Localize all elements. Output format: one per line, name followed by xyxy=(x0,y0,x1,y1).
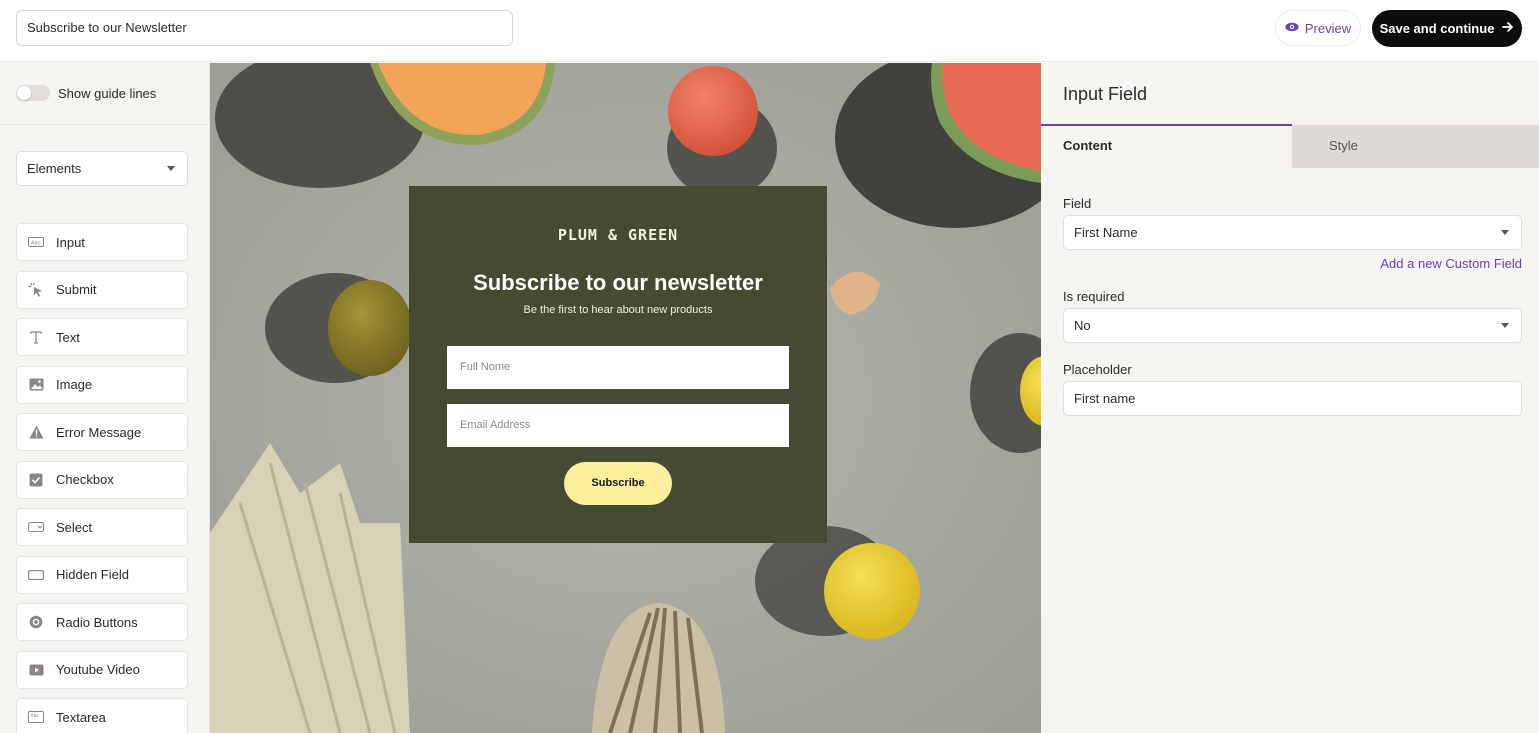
element-radio-buttons[interactable]: Radio Buttons xyxy=(16,603,188,641)
subscribe-button[interactable]: Subscribe xyxy=(564,462,672,505)
sidebar-divider xyxy=(0,124,209,125)
element-error-message[interactable]: Error Message xyxy=(16,413,188,451)
add-custom-field-link[interactable]: Add a new Custom Field xyxy=(1380,256,1522,271)
element-label: Input xyxy=(56,234,85,250)
element-image[interactable]: Image xyxy=(16,365,188,404)
full-name-input[interactable]: Full Nome xyxy=(447,346,789,389)
brand-logo: PLUM & GREEN xyxy=(557,226,679,244)
radio-icon xyxy=(28,614,44,630)
guide-lines-toggle[interactable] xyxy=(16,85,50,101)
field-select[interactable]: First Name xyxy=(1063,215,1522,250)
text-icon xyxy=(28,329,44,345)
element-label: Text xyxy=(56,329,80,345)
elements-list: Abc Input Submit Text Image Error Messag… xyxy=(16,223,188,733)
chevron-down-icon xyxy=(167,166,175,171)
input-icon: Abc xyxy=(28,234,44,250)
elements-dropdown-value: Elements xyxy=(27,161,82,176)
element-label: Hidden Field xyxy=(56,567,129,582)
placeholder-input[interactable]: First name xyxy=(1063,381,1522,416)
preview-button[interactable]: Preview xyxy=(1275,10,1361,46)
save-and-continue-button[interactable]: Save and continue xyxy=(1372,10,1522,47)
element-youtube-video[interactable]: Youtube Video xyxy=(16,650,188,689)
save-label: Save and continue xyxy=(1379,21,1495,36)
image-icon xyxy=(28,377,44,393)
elements-dropdown[interactable]: Elements xyxy=(16,151,188,186)
form-name-input[interactable]: Subscribe to our Newsletter xyxy=(16,10,513,46)
svg-text:Abc: Abc xyxy=(31,713,40,719)
required-label: Is required xyxy=(1063,289,1125,304)
element-text[interactable]: Text xyxy=(16,318,188,356)
element-hidden-field[interactable]: Hidden Field xyxy=(16,555,188,594)
element-label: Error Message xyxy=(56,424,142,440)
element-select[interactable]: Select xyxy=(16,508,188,546)
element-label: Textarea xyxy=(56,709,106,725)
properties-panel: Input Field Content Style Field First Na… xyxy=(1041,63,1539,733)
select-icon xyxy=(28,519,44,535)
guide-lines-row: Show guide lines xyxy=(16,85,156,101)
field-select-value: First Name xyxy=(1074,225,1138,240)
element-input[interactable]: Abc Input xyxy=(16,223,188,261)
textarea-icon: Abc xyxy=(28,709,44,725)
panel-title: Input Field xyxy=(1063,84,1148,104)
element-label: Image xyxy=(56,377,93,392)
checkbox-icon xyxy=(28,472,44,488)
element-textarea[interactable]: Abc Textarea xyxy=(16,698,188,733)
preview-label: Preview xyxy=(1304,20,1352,36)
email-input[interactable]: Email Address xyxy=(447,404,789,447)
chevron-down-icon xyxy=(1501,323,1509,328)
element-label: Submit xyxy=(56,282,97,297)
svg-text:Abc: Abc xyxy=(31,241,41,247)
element-label: Checkbox xyxy=(56,472,114,487)
arrow-right-icon xyxy=(1502,21,1514,36)
placeholder-label: Placeholder xyxy=(1063,362,1132,377)
tab-style[interactable]: Style xyxy=(1292,125,1539,168)
element-label: Youtube Video xyxy=(56,662,140,677)
hidden-field-icon xyxy=(28,567,44,583)
cursor-click-icon xyxy=(28,281,44,298)
field-label: Field xyxy=(1063,196,1092,211)
eye-icon xyxy=(1285,20,1299,37)
required-select-value: No xyxy=(1074,318,1091,333)
guide-lines-label: Show guide lines xyxy=(58,85,157,101)
form-subheading[interactable]: Be the first to hear about new products xyxy=(409,304,827,316)
video-icon xyxy=(28,662,44,678)
warning-icon xyxy=(28,424,44,440)
chevron-down-icon xyxy=(1501,230,1509,235)
element-label: Select xyxy=(56,519,93,535)
required-select[interactable]: No xyxy=(1063,308,1522,343)
element-submit[interactable]: Submit xyxy=(16,270,188,309)
element-checkbox[interactable]: Checkbox xyxy=(16,460,188,499)
top-bar: Subscribe to our Newsletter Preview Save… xyxy=(0,0,1539,62)
newsletter-form-card[interactable]: PLUM & GREEN Subscribe to our newsletter… xyxy=(409,186,827,543)
element-label: Radio Buttons xyxy=(56,614,138,630)
elements-sidebar: Show guide lines Elements Abc Input Subm… xyxy=(0,63,210,733)
tab-content[interactable]: Content xyxy=(1041,124,1292,168)
form-heading[interactable]: Subscribe to our newsletter xyxy=(409,270,827,296)
form-canvas[interactable]: PLUM & GREEN Subscribe to our newsletter… xyxy=(210,63,1041,733)
